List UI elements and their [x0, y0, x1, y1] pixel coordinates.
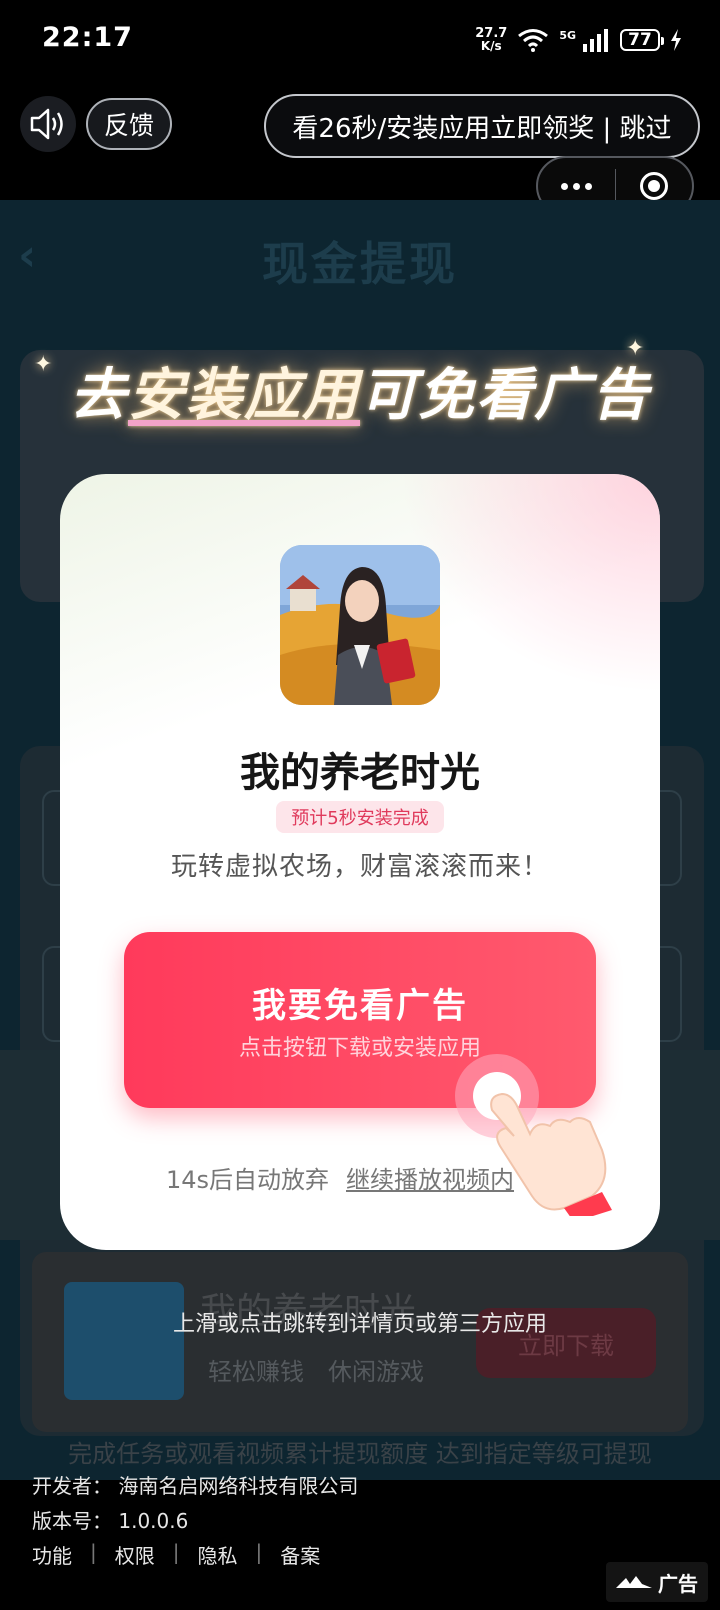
wifi-icon: [518, 29, 549, 52]
app-name: 我的养老时光: [240, 750, 480, 796]
footer-link-filing[interactable]: 备案: [280, 1540, 320, 1569]
install-time-badge: 预计5秒安装完成: [276, 801, 444, 833]
developer-info: 开发者： 海南名启网络科技有限公司: [32, 1474, 359, 1498]
headline-suffix: 可免看广告: [360, 363, 650, 428]
status-bar-right: 27.7 K/s 5G 77: [475, 24, 682, 56]
signal-icon: [583, 29, 608, 52]
ad-network-logo-icon: [616, 1576, 652, 1588]
app-icon[interactable]: [280, 545, 440, 705]
promo-headline: 去安装应用可免看广告: [0, 350, 720, 431]
battery-icon: 77: [620, 29, 664, 51]
feedback-button[interactable]: 反馈: [86, 98, 172, 150]
close-mini-program-icon[interactable]: [616, 172, 693, 200]
footer-divider: |: [255, 1540, 263, 1564]
ad-label: 广告: [658, 1571, 698, 1596]
footer-divider: |: [90, 1540, 97, 1564]
charging-icon: [671, 29, 681, 51]
net-speed: 27.7 K/s: [475, 27, 507, 53]
auto-dismiss-countdown: 14s后自动放弃: [166, 1166, 330, 1194]
banner-tag: 轻松赚钱: [208, 1358, 304, 1386]
sound-toggle-button[interactable]: [20, 96, 76, 152]
withdraw-rule-text: 完成任务或观看视频累计提现额度 达到指定等级可提现: [68, 1440, 652, 1468]
more-icon[interactable]: [538, 182, 615, 190]
swipe-hint: 上滑或点击跳转到详情页或第三方应用: [172, 1312, 547, 1337]
footer-links: 功能 | 权限 | 隐私 | 备案: [32, 1540, 320, 1569]
pointing-hand-icon: [455, 1054, 612, 1216]
footer-link-permissions[interactable]: 权限: [115, 1540, 155, 1569]
app-description: 玩转虚拟农场，财富滚滚而来！: [170, 852, 549, 882]
ad-badge: 广告: [606, 1562, 708, 1602]
background-page-title: 现金提现: [262, 237, 458, 291]
footer-divider: |: [172, 1540, 180, 1564]
skip-button[interactable]: 看26秒/安装应用立即领奖 | 跳过: [264, 94, 700, 158]
network-type: 5G: [559, 28, 576, 42]
headline-highlight: 安装应用: [128, 363, 360, 428]
footer-link-privacy[interactable]: 隐私: [198, 1540, 238, 1569]
headline-prefix: 去: [70, 363, 128, 428]
footer-link-features[interactable]: 功能: [32, 1540, 72, 1569]
cta-title: 我要免看广告: [252, 986, 468, 1026]
speaker-icon: [30, 108, 63, 140]
banner-thumbnail: [64, 1282, 184, 1400]
status-time: 22:17: [42, 22, 133, 53]
net-speed-unit: K/s: [480, 39, 502, 53]
banner-tag: 休闲游戏: [328, 1358, 424, 1386]
version-info: 版本号： 1.0.0.6: [32, 1509, 189, 1533]
